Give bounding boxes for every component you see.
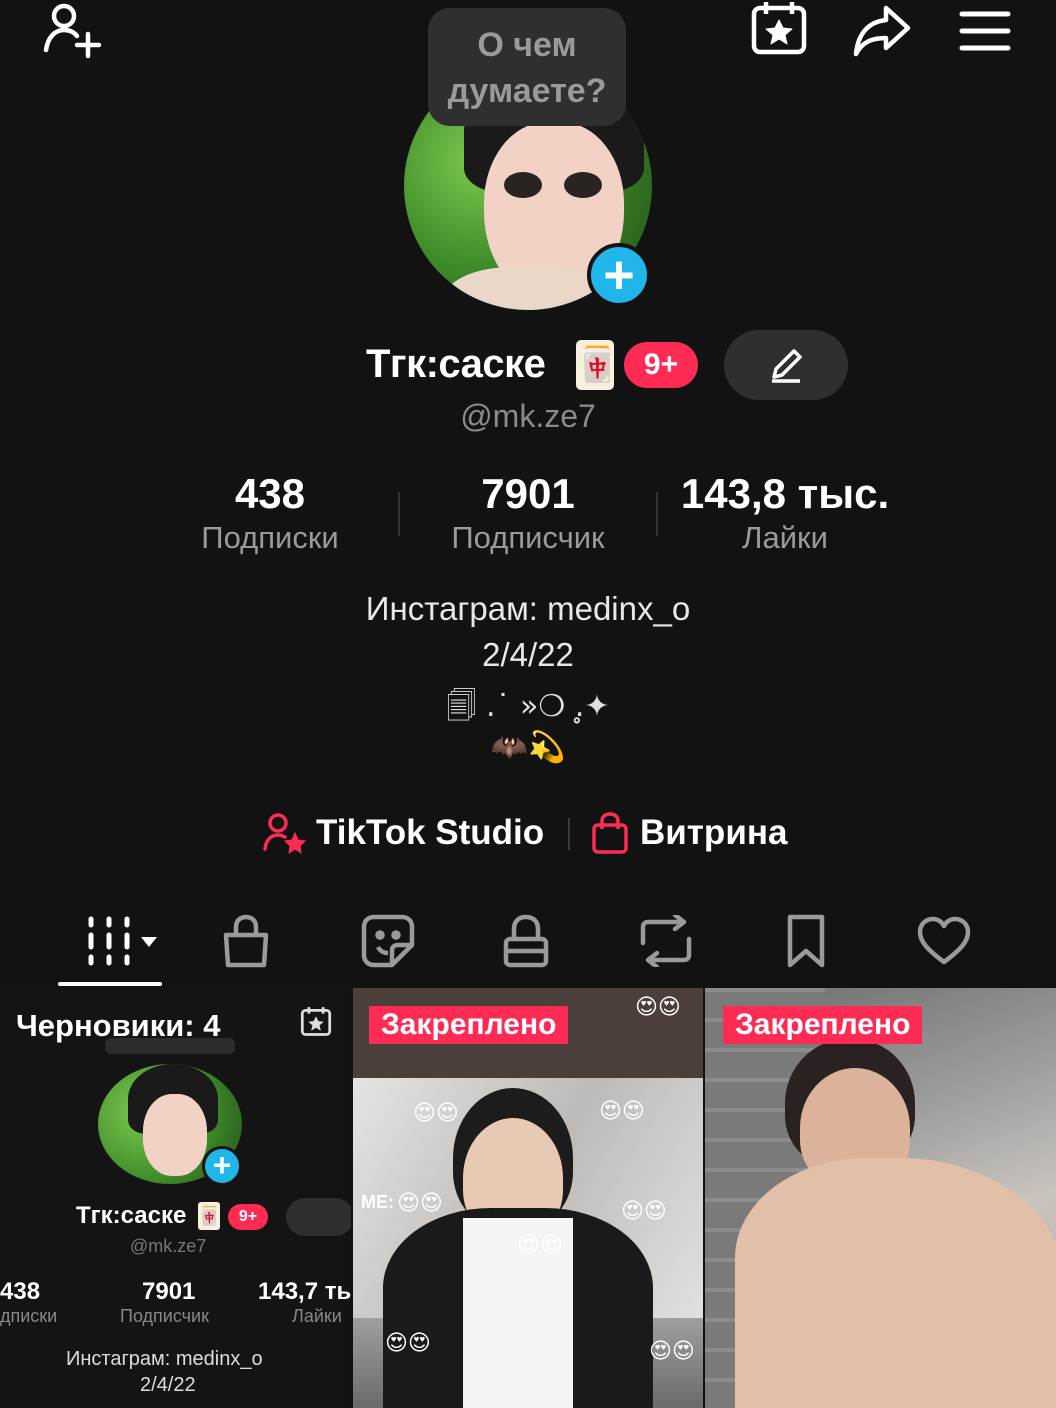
share-button[interactable] [846,0,916,62]
drafts-tile[interactable]: Черновики: 4 + Тгк:саске 🀄 9+ @mk.ze7 43… [0,988,351,1408]
mini-stat-label: дписки [0,1306,58,1326]
mini-profile-name: Тгк:саске [76,1202,187,1229]
shopping-bag-icon [592,812,628,854]
videos-grid-icon [88,916,157,966]
mini-stat: 438 [0,1278,41,1305]
stat-likes[interactable]: 143,8 тыс. Лайки [670,470,900,556]
mini-handle: @mk.ze7 [130,1236,207,1256]
pinned-video-tile[interactable]: Закреплено 😍😍 😍😍 😍😍 ME: 😍😍 😍😍 😍😍 😍😍 😍😍 [353,988,703,1408]
stat-value: 143,8 тыс. [680,470,890,517]
bio-line: Инстаграм: medinx_o [365,590,691,627]
mahjong-emoji: 🀄 [576,340,618,390]
share-arrow-icon [853,5,911,57]
bubble-line-2: думаете? [447,72,607,110]
edit-profile-button[interactable] [724,330,848,400]
sticker-icon [361,914,415,968]
bookmark-icon [787,914,825,968]
pinned-label: Закреплено [369,1006,569,1044]
mini-stat-label: Лайки [292,1306,342,1326]
calendar-star-icon [300,1007,332,1036]
tab-videos[interactable] [72,906,162,976]
stat-value: 7901 [481,470,575,517]
showcase-link[interactable]: Витрина [590,806,787,860]
stat-label: Подписки [201,520,339,555]
stat-label: Подписчик [451,520,605,555]
showcase-label: Витрина [640,813,788,852]
bio-emoji: 🦇💫 [490,730,566,765]
overlay-text: ME: [361,1192,394,1212]
calendar-star-icon [751,2,807,55]
repost-icon [640,915,692,967]
profile-tabs [0,900,1056,988]
calendar-button[interactable] [744,0,814,62]
tiktok-studio-link[interactable]: TikTok Studio [262,806,544,860]
add-friend-button[interactable] [36,0,106,62]
bio-symbols: 🗐 .˙ »❍ .̥✦ [446,689,610,724]
mini-badge: 9+ [228,1204,268,1230]
profile-name-row: Тгк:саске 🀄 9+ [0,330,1056,402]
stat-label: Лайки [742,520,828,555]
tab-liked[interactable] [904,906,984,976]
person-star-icon [263,813,306,855]
profile-stats: 438 Подписки 7901 Подписчик 143,8 тыс. Л… [140,470,916,560]
person-plus-icon [43,3,102,59]
menu-button[interactable] [950,0,1020,62]
hamburger-menu-icon [959,11,1011,51]
mini-stat: 7901 [142,1278,196,1305]
tab-stickers[interactable] [348,906,428,976]
profile-handle: @mk.ze7 [460,398,596,434]
pencil-icon [772,349,802,383]
active-tab-indicator [58,982,162,986]
tab-reposts[interactable] [626,906,706,976]
bubble-line-1: О чем [477,26,577,64]
tab-shop[interactable] [206,906,286,976]
add-avatar-button[interactable]: + [587,243,651,307]
pinned-label: Закреплено [723,1006,923,1044]
shop-bag-icon [223,914,269,968]
mini-bio: Инстаграм: medinx_o [66,1348,263,1370]
tiktok-studio-label: TikTok Studio [316,813,545,852]
tab-private[interactable] [486,906,566,976]
stat-value: 438 [234,470,306,517]
profile-name: Тгк:саске [366,342,546,386]
notification-badge[interactable]: 9+ [624,342,698,388]
mini-bio: 2/4/22 [140,1374,196,1396]
video-grid: Черновики: 4 + Тгк:саске 🀄 9+ @mk.ze7 43… [0,988,1056,1408]
lock-icon [503,914,549,968]
tab-favorites[interactable] [766,906,846,976]
bio-line: 2/4/22 [482,636,574,673]
pinned-video-tile[interactable]: Закреплено [705,988,1056,1408]
mini-stat-label: Подписчик [120,1306,209,1326]
status-bubble[interactable]: О чем думаете? [428,8,626,126]
stat-followers[interactable]: 7901 Подписчик [430,470,626,556]
mini-stat: 143,7 ты [258,1278,351,1305]
stat-following[interactable]: 438 Подписки [180,470,360,556]
heart-icon [917,916,971,965]
